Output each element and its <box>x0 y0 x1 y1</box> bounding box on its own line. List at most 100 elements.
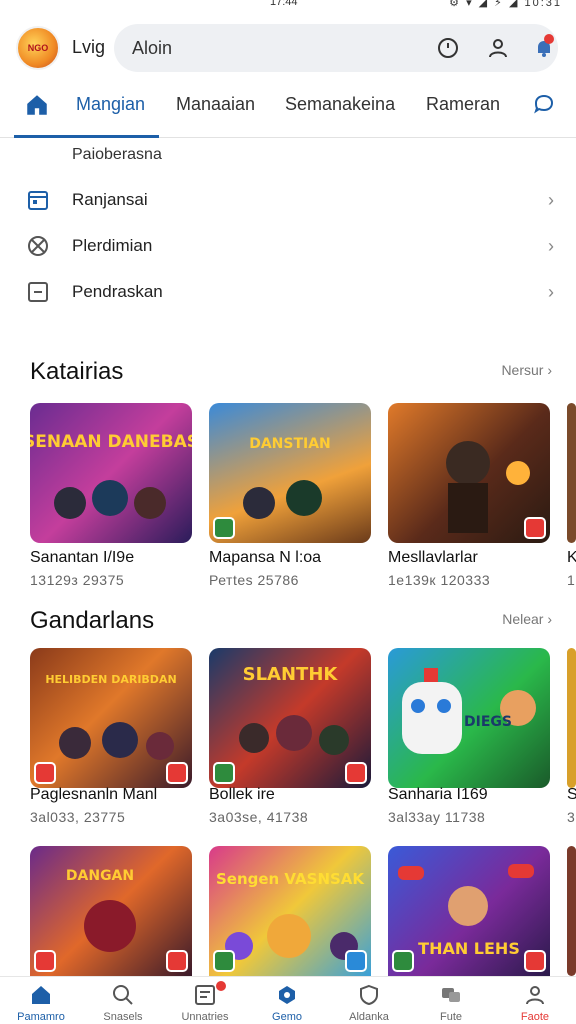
chat-bubble-icon <box>442 988 460 1002</box>
app-logo[interactable]: NGO <box>16 26 60 70</box>
nav-item-gemo[interactable]: Gemo <box>246 977 328 1024</box>
nav-item-aldanka[interactable]: Aldanka <box>328 977 410 1024</box>
game-meta: Ретtes 25786 <box>209 572 299 588</box>
game-title: Mapansa N l:oa <box>209 549 322 566</box>
menu-item-label: Plerdimian <box>72 236 153 255</box>
genre-badge-icon <box>392 950 414 972</box>
app-bar: NGO Lvig Aloin <box>0 20 576 76</box>
bottom-nav: Pamamro Snasels Unnatries Gemo Aldanka F… <box>0 976 576 1024</box>
genre-badge-icon <box>213 517 235 539</box>
game-meta: 1 <box>567 572 576 588</box>
tab-rameran[interactable]: Rameran <box>426 94 500 115</box>
genre-badge-icon <box>166 950 188 972</box>
nav-item-unnatries[interactable]: Unnatries <box>164 977 246 1024</box>
game-card-partial[interactable] <box>567 846 576 976</box>
app-name: Lvig <box>72 37 106 57</box>
game-art: DIEGS <box>402 668 536 754</box>
game-card[interactable]: SENAAN DANEBAS <box>30 403 192 543</box>
game-title: Sanharia I169 <box>388 786 488 803</box>
search-input[interactable]: Aloin <box>132 38 172 59</box>
genre-badge-icon <box>524 950 546 972</box>
game-art-text: SENAAN DANEBAS <box>30 432 192 452</box>
game-art-text: Sengen VASNSAK <box>216 870 365 888</box>
tab-manaaian[interactable]: Manaaian <box>176 94 255 115</box>
section-more-link[interactable]: Nersur › <box>501 362 552 378</box>
game-art-text: HELIBDEN DARIBDAN <box>45 673 176 686</box>
minus-box-icon <box>28 282 48 302</box>
game-title: Sanantan I/I9e <box>30 549 135 566</box>
game-card[interactable]: THAN LEHS <box>388 846 550 976</box>
menu-item-label: Pendraskan <box>72 282 163 301</box>
game-art: SENAAN DANEBAS <box>30 432 192 519</box>
game-card-partial[interactable] <box>567 648 576 788</box>
tab-semanakeina[interactable]: Semanakeina <box>285 94 395 115</box>
game-card[interactable]: HELIBDEN DARIBDAN <box>30 648 192 788</box>
status-time: 17:44 <box>270 0 298 8</box>
game-meta: 3al33ay 11738 <box>388 809 486 825</box>
menu-item-pendraskan[interactable]: Pendraskan › <box>0 270 576 314</box>
section-title-katairias: Katairias <box>30 358 124 385</box>
game-meta: 13129з 29375 <box>30 572 125 588</box>
nav-label: Snasels <box>103 1011 143 1023</box>
clock-icon[interactable] <box>436 36 460 60</box>
app-logo-text: NGO <box>27 43 49 53</box>
nav-item-pamamro[interactable]: Pamamro <box>0 977 82 1024</box>
game-art-text: DANSTIAN <box>249 436 331 452</box>
status-indicators: ⚙ ▾ ◢ ⚡ ◢ 10:31 <box>449 0 562 9</box>
nav-label: Faote <box>520 1011 550 1023</box>
section-more-link[interactable]: Nelear › <box>502 611 552 627</box>
user-icon[interactable] <box>486 36 510 60</box>
nav-item-snasels[interactable]: Snasels <box>82 977 164 1024</box>
notification-dot <box>216 981 226 991</box>
search-bar[interactable]: Aloin <box>114 24 558 72</box>
menu-item-label: Ranjansai <box>72 190 148 209</box>
chevron-right-icon: › <box>548 236 554 256</box>
game-meta: 1e139к 120333 <box>388 572 491 588</box>
genre-badge-icon <box>345 950 367 972</box>
profile-icon <box>526 986 544 1005</box>
home-icon <box>32 986 50 1004</box>
game-meta: 3a03se, 41738 <box>209 809 309 825</box>
genre-badge-icon <box>34 762 56 784</box>
genre-badge-icon <box>524 517 546 539</box>
nav-label: Unnatries <box>181 1011 229 1023</box>
game-card[interactable]: DANGAN <box>30 846 192 976</box>
game-title: K <box>567 549 576 566</box>
tab-mangian[interactable]: Mangian <box>76 94 145 115</box>
menu-subheading: Paioberasna <box>72 146 162 163</box>
game-art-text: DANGAN <box>66 868 134 884</box>
chat-icon[interactable] <box>532 92 556 116</box>
game-art-text: THAN LEHS <box>418 939 520 958</box>
nav-item-faote[interactable]: Faote <box>494 977 576 1024</box>
genre-badge-icon <box>213 950 235 972</box>
game-card[interactable]: DIEGS <box>388 648 550 788</box>
game-card[interactable]: DANSTIAN <box>209 403 371 543</box>
nav-label: Gemo <box>272 1011 302 1023</box>
chevron-right-icon: › <box>548 190 554 210</box>
game-card[interactable] <box>388 403 550 543</box>
game-title: Mesllavlarlar <box>388 549 478 566</box>
genre-badge-icon <box>166 762 188 784</box>
menu-item-ranjansai[interactable]: Ranjansai › <box>0 178 576 222</box>
game-art-text: SLANTHK <box>243 664 339 685</box>
status-bar: 17:44 ⚙ ▾ ◢ ⚡ ◢ 10:31 <box>0 0 576 12</box>
genre-badge-icon <box>345 762 367 784</box>
globe-icon <box>28 236 48 256</box>
shield-icon <box>360 984 378 1006</box>
genre-badge-icon <box>213 762 235 784</box>
nav-label: Fute <box>439 1011 462 1023</box>
section-title-gandarlans: Gandarlans <box>30 607 155 634</box>
home-icon[interactable] <box>24 92 50 118</box>
game-title: S <box>567 786 576 803</box>
search-icon <box>113 985 133 1005</box>
game-title: Paglesnanln Manl <box>30 786 158 803</box>
genre-badge-icon <box>34 950 56 972</box>
notification-dot <box>544 34 554 44</box>
game-card[interactable]: Sengen VASNSAK <box>209 846 371 976</box>
top-tabs: Mangian Manaaian Semanakeina Rameran <box>0 82 576 138</box>
game-card[interactable]: SLANTHK <box>209 648 371 788</box>
game-card-partial[interactable] <box>567 403 576 543</box>
menu-item-plerdimian[interactable]: Plerdimian › <box>0 224 576 268</box>
nav-item-fute[interactable]: Fute <box>410 977 492 1024</box>
game-meta: 3 <box>567 809 576 825</box>
